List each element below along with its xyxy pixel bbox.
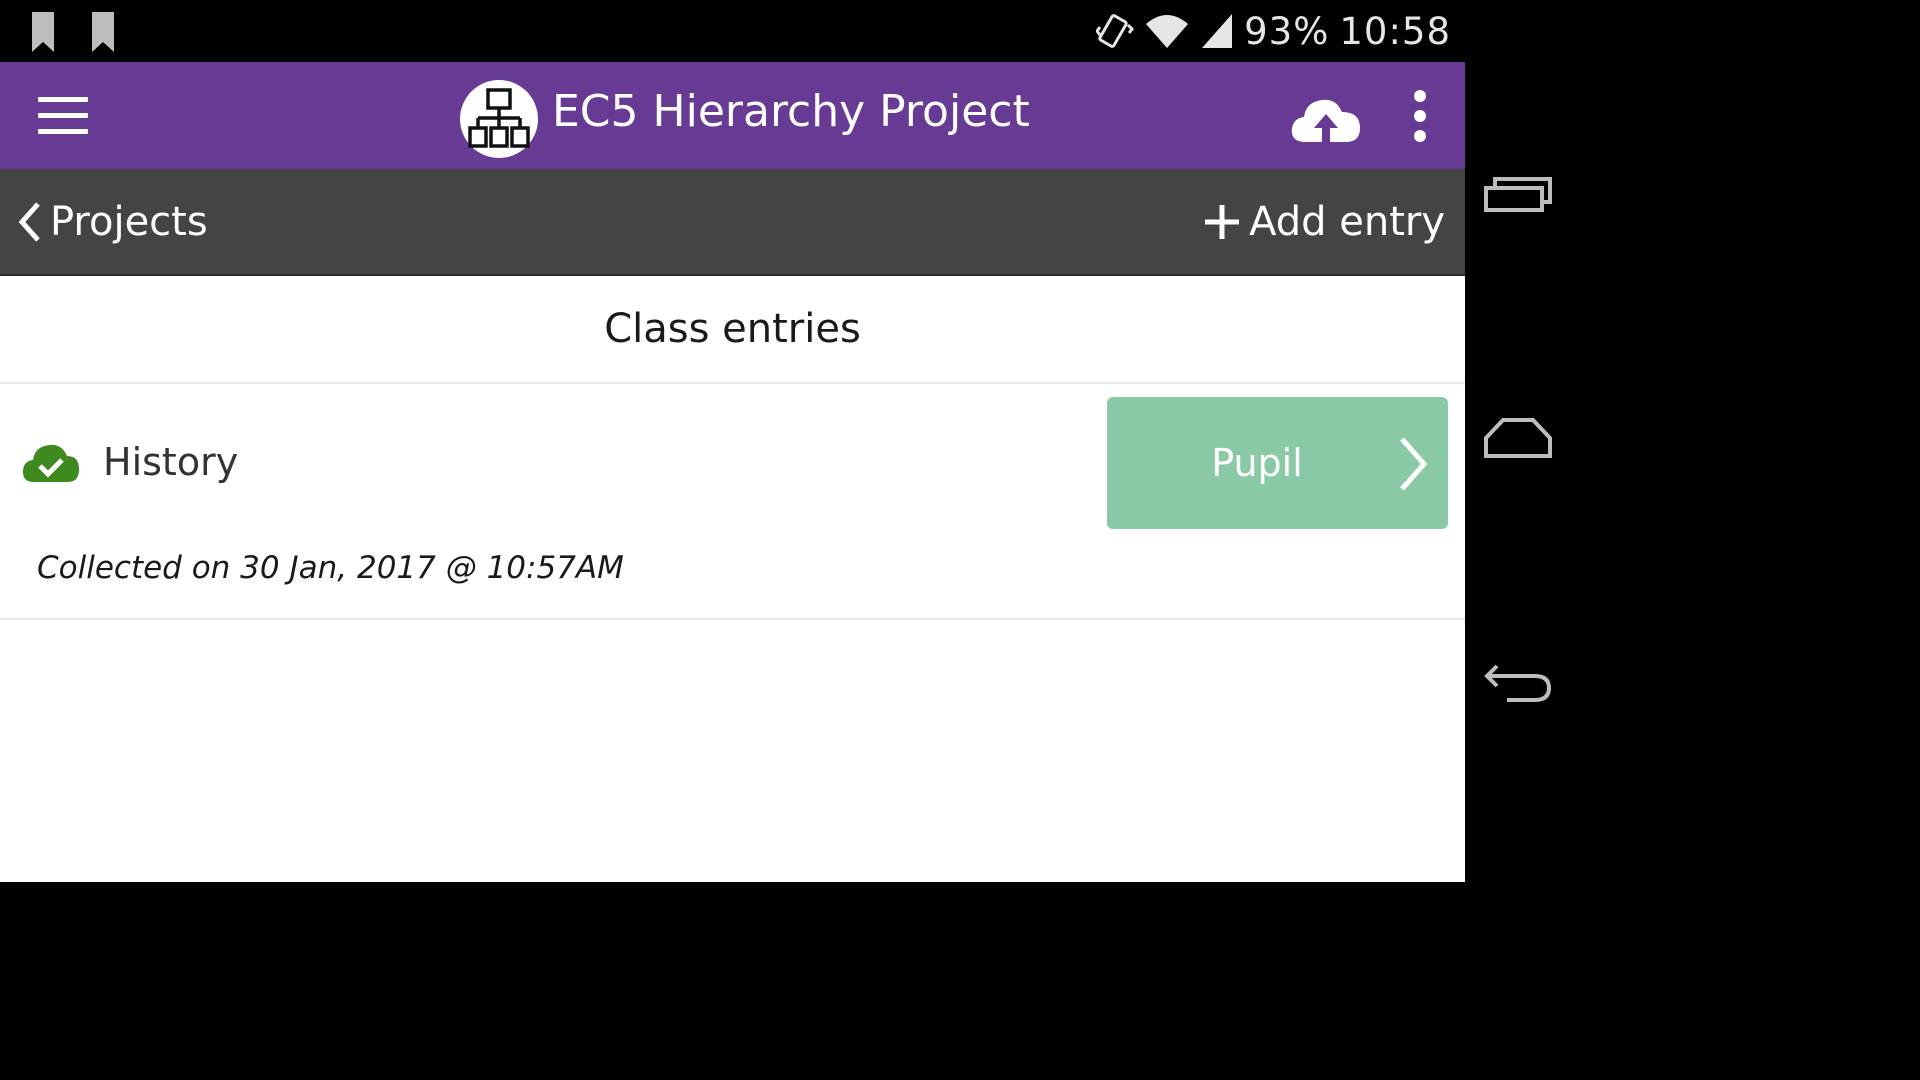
- navigation-bar: Projects Add entry: [0, 169, 1465, 276]
- wifi-icon: [1146, 15, 1189, 48]
- projects-back-button[interactable]: Projects: [18, 197, 208, 247]
- add-entry-label: Add entry: [1249, 199, 1445, 245]
- bookmark-icon: [92, 12, 114, 52]
- hierarchy-logo-icon: [460, 80, 538, 158]
- app-screen: 93% 10:58 EC5 Hierarchy Project Projects…: [0, 0, 1465, 882]
- chevron-left-icon: [18, 202, 40, 242]
- entry-collected-date: Collected on 30 Jan, 2017 @ 10:57AM: [37, 550, 624, 586]
- back-label: Projects: [50, 199, 208, 245]
- status-icons: 93% 10:58: [1096, 9, 1451, 53]
- entry-title: History: [103, 440, 239, 484]
- signal-icon: [1202, 14, 1233, 48]
- status-bar: 93% 10:58: [0, 0, 1465, 62]
- bookmark-icon: [32, 12, 54, 52]
- menu-icon[interactable]: [38, 95, 90, 135]
- page-title: Class entries: [0, 276, 1465, 384]
- cloud-upload-icon[interactable]: [1290, 96, 1362, 142]
- clock: 10:58: [1339, 9, 1451, 53]
- recents-icon[interactable]: [1483, 174, 1553, 214]
- add-entry-button[interactable]: Add entry: [1205, 197, 1445, 247]
- app-title: EC5 Hierarchy Project: [552, 86, 1030, 137]
- app-bar: EC5 Hierarchy Project: [0, 62, 1465, 169]
- system-navigation: [1465, 0, 1568, 882]
- chevron-right-icon: [1400, 437, 1428, 491]
- more-vert-icon[interactable]: [1408, 90, 1432, 142]
- battery-level: 93%: [1244, 9, 1330, 53]
- back-icon[interactable]: [1483, 662, 1553, 706]
- cloud-check-icon: [22, 444, 79, 482]
- vibrate-icon: [1096, 14, 1135, 48]
- plus-icon: [1205, 205, 1240, 239]
- list-item[interactable]: History Pupil Collected on 30 Jan, 2017 …: [0, 384, 1465, 620]
- pupil-child-button[interactable]: Pupil: [1107, 397, 1448, 529]
- child-button-label: Pupil: [1211, 441, 1303, 485]
- home-icon[interactable]: [1483, 416, 1553, 460]
